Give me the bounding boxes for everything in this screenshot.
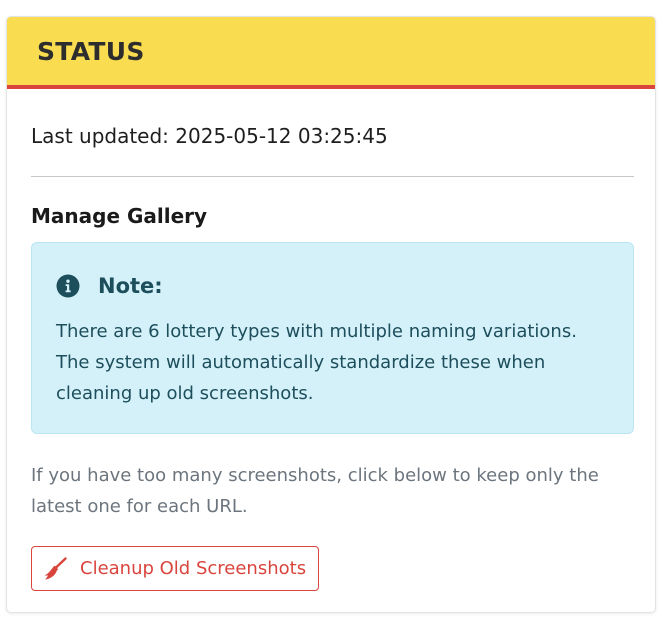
- info-circle-icon: [56, 274, 80, 298]
- broom-icon: [42, 556, 68, 582]
- note-alert: Note: There are 6 lottery types with mul…: [31, 242, 634, 434]
- status-card: STATUS Last updated: 2025-05-12 03:25:45…: [6, 16, 656, 613]
- cleanup-old-screenshots-button[interactable]: Cleanup Old Screenshots: [31, 546, 320, 591]
- cleanup-button-label: Cleanup Old Screenshots: [80, 558, 307, 579]
- note-header: Note:: [56, 274, 163, 298]
- divider: [31, 176, 634, 177]
- card-title: STATUS: [37, 36, 145, 66]
- section-title: Manage Gallery: [31, 204, 208, 228]
- card-header: STATUS: [7, 17, 655, 89]
- cleanup-hint-text: If you have too many screenshots, click …: [31, 465, 599, 517]
- last-updated-text: Last updated: 2025-05-12 03:25:45: [31, 124, 388, 148]
- note-text: There are 6 lottery types with multiple …: [56, 321, 577, 404]
- note-title: Note:: [98, 274, 163, 298]
